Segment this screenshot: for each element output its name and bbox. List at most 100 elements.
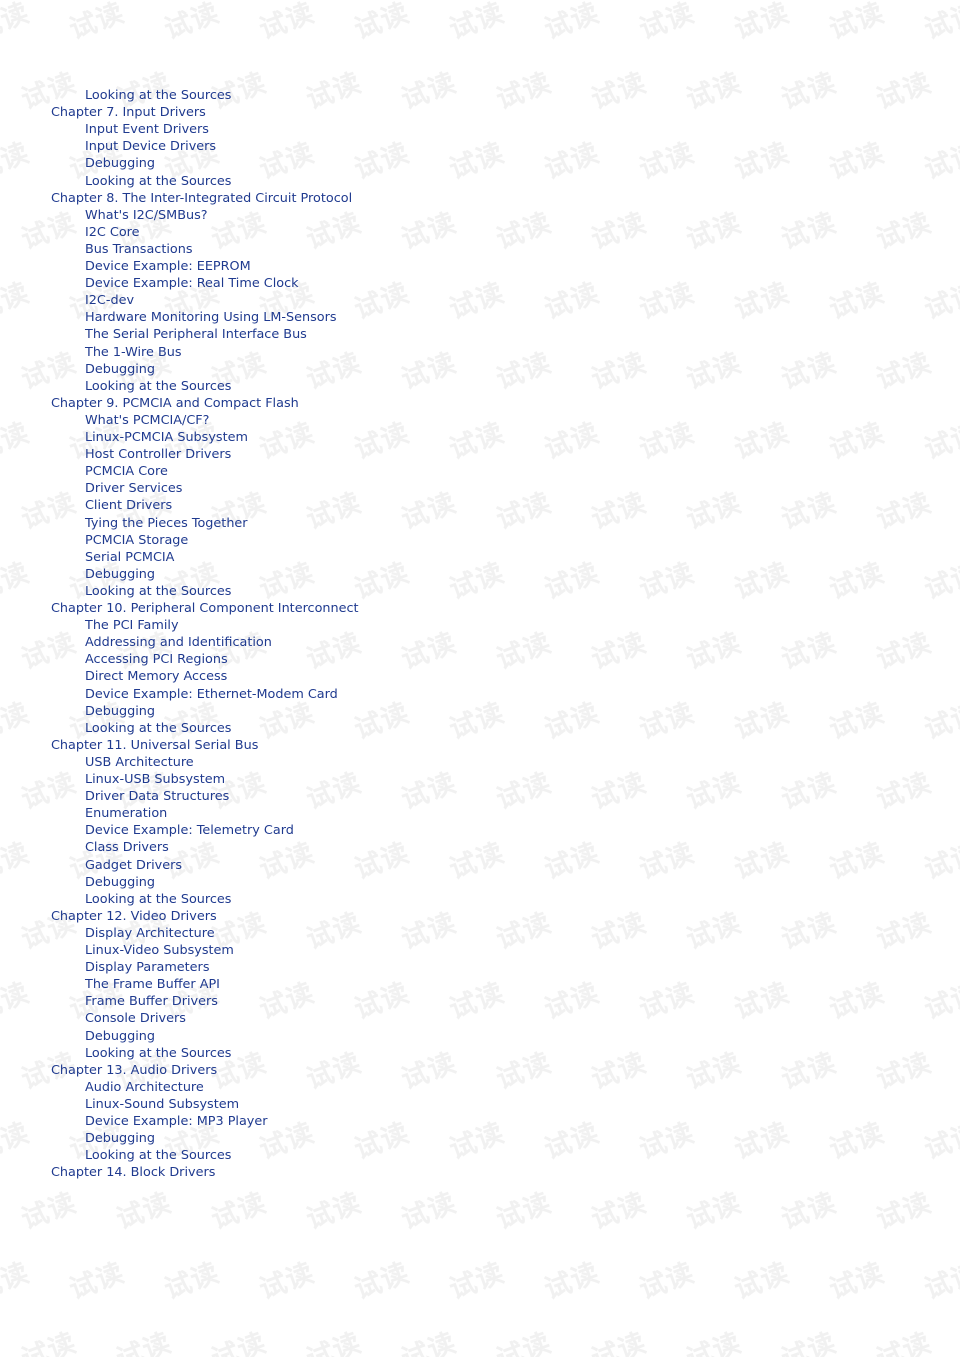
watermark-text: 试读 [777, 487, 841, 536]
watermark-text: 试读 [255, 1257, 319, 1306]
toc-section-entry[interactable]: Linux-PCMCIA Subsystem [85, 429, 248, 446]
toc-section-entry[interactable]: Input Event Drivers [85, 121, 209, 138]
toc-section-entry[interactable]: Looking at the Sources [85, 1045, 231, 1062]
toc-section-entry[interactable]: Device Example: Ethernet-Modem Card [85, 686, 338, 703]
toc-section-entry[interactable]: Device Example: Telemetry Card [85, 822, 294, 839]
toc-section-entry[interactable]: Class Drivers [85, 839, 169, 856]
toc-section-entry[interactable]: Linux-Sound Subsystem [85, 1096, 239, 1113]
toc-section-entry[interactable]: Direct Memory Access [85, 668, 227, 685]
toc-section-entry[interactable]: The Serial Peripheral Interface Bus [85, 326, 307, 343]
watermark-text: 试读 [635, 837, 699, 886]
watermark-text: 试读 [17, 207, 81, 256]
toc-section-entry[interactable]: Bus Transactions [85, 241, 193, 258]
watermark-text: 试读 [730, 837, 794, 886]
toc-section-entry[interactable]: PCMCIA Core [85, 463, 168, 480]
toc-section-entry[interactable]: Debugging [85, 703, 155, 720]
toc-section-entry[interactable]: Looking at the Sources [85, 173, 231, 190]
watermark-text: 试读 [777, 627, 841, 676]
watermark-text: 试读 [350, 0, 414, 46]
watermark-text: 试读 [255, 557, 319, 606]
toc-section-entry[interactable]: Frame Buffer Drivers [85, 993, 218, 1010]
watermark-text: 试读 [682, 347, 746, 396]
toc-chapter-entry[interactable]: Chapter 13. Audio Drivers [51, 1062, 217, 1079]
toc-section-entry[interactable]: Hardware Monitoring Using LM-Sensors [85, 309, 337, 326]
toc-section-entry[interactable]: What's PCMCIA/CF? [85, 412, 209, 429]
toc-section-entry[interactable]: Console Drivers [85, 1010, 186, 1027]
toc-section-entry[interactable]: Linux-USB Subsystem [85, 771, 225, 788]
toc-section-entry[interactable]: I2C-dev [85, 292, 134, 309]
watermark-text: 试读 [0, 1257, 34, 1306]
toc-section-entry[interactable]: Tying the Pieces Together [85, 515, 248, 532]
watermark-text: 试读 [350, 1117, 414, 1166]
toc-section-entry[interactable]: Debugging [85, 361, 155, 378]
watermark-text: 试读 [350, 277, 414, 326]
toc-chapter-entry[interactable]: Chapter 8. The Inter-Integrated Circuit … [51, 190, 352, 207]
watermark-text: 试读 [587, 1047, 651, 1096]
toc-section-entry[interactable]: The Frame Buffer API [85, 976, 220, 993]
toc-section-entry[interactable]: Serial PCMCIA [85, 549, 174, 566]
watermark-text: 试读 [730, 557, 794, 606]
watermark-text: 试读 [587, 1327, 651, 1357]
watermark-text: 试读 [777, 207, 841, 256]
toc-section-entry[interactable]: Addressing and Identification [85, 634, 272, 651]
watermark-text: 试读 [540, 1117, 604, 1166]
watermark-text: 试读 [587, 1187, 651, 1236]
watermark-text: 试读 [825, 0, 889, 46]
toc-section-entry[interactable]: Driver Data Structures [85, 788, 229, 805]
toc-section-entry[interactable]: Device Example: MP3 Player [85, 1113, 268, 1130]
toc-section-entry[interactable]: Looking at the Sources [85, 1147, 231, 1164]
watermark-text: 试读 [682, 67, 746, 116]
watermark-text: 试读 [920, 697, 960, 746]
toc-section-entry[interactable]: USB Architecture [85, 754, 194, 771]
watermark-text: 试读 [872, 207, 936, 256]
watermark-text: 试读 [112, 1327, 176, 1357]
toc-section-entry[interactable]: Debugging [85, 874, 155, 891]
toc-section-entry[interactable]: Debugging [85, 1130, 155, 1147]
watermark-text: 试读 [825, 697, 889, 746]
watermark-text: 试读 [540, 417, 604, 466]
toc-section-entry[interactable]: The PCI Family [85, 617, 179, 634]
toc-section-entry[interactable]: Debugging [85, 155, 155, 172]
watermark-text: 试读 [207, 207, 271, 256]
watermark-text: 试读 [302, 67, 366, 116]
toc-section-entry[interactable]: PCMCIA Storage [85, 532, 188, 549]
watermark-text: 试读 [730, 1117, 794, 1166]
toc-section-entry[interactable]: Looking at the Sources [85, 720, 231, 737]
toc-section-entry[interactable]: Display Architecture [85, 925, 215, 942]
watermark-text: 试读 [397, 67, 461, 116]
toc-section-entry[interactable]: Linux-Video Subsystem [85, 942, 234, 959]
toc-section-entry[interactable]: Host Controller Drivers [85, 446, 231, 463]
toc-chapter-entry[interactable]: Chapter 10. Peripheral Component Interco… [51, 600, 359, 617]
watermark-text: 试读 [492, 1187, 556, 1236]
watermark-text: 试读 [587, 207, 651, 256]
toc-chapter-entry[interactable]: Chapter 11. Universal Serial Bus [51, 737, 258, 754]
toc-section-entry[interactable]: Audio Architecture [85, 1079, 204, 1096]
watermark-text: 试读 [730, 0, 794, 46]
watermark-text: 试读 [635, 417, 699, 466]
toc-section-entry[interactable]: Looking at the Sources [85, 378, 231, 395]
toc-section-entry[interactable]: Driver Services [85, 480, 182, 497]
toc-section-entry[interactable]: Accessing PCI Regions [85, 651, 228, 668]
toc-section-entry[interactable]: Debugging [85, 1028, 155, 1045]
toc-section-entry[interactable]: The 1-Wire Bus [85, 344, 182, 361]
toc-section-entry[interactable]: Looking at the Sources [85, 583, 231, 600]
toc-section-entry[interactable]: Input Device Drivers [85, 138, 216, 155]
watermark-text: 试读 [0, 137, 34, 186]
toc-chapter-entry[interactable]: Chapter 14. Block Drivers [51, 1164, 215, 1181]
watermark-text: 试读 [0, 417, 34, 466]
toc-section-entry[interactable]: Gadget Drivers [85, 857, 182, 874]
toc-chapter-entry[interactable]: Chapter 7. Input Drivers [51, 104, 206, 121]
toc-section-entry[interactable]: What's I2C/SMBus? [85, 207, 208, 224]
toc-section-entry[interactable]: Client Drivers [85, 497, 172, 514]
toc-section-entry[interactable]: Looking at the Sources [85, 87, 231, 104]
toc-section-entry[interactable]: Enumeration [85, 805, 167, 822]
toc-section-entry[interactable]: I2C Core [85, 224, 140, 241]
toc-section-entry[interactable]: Looking at the Sources [85, 891, 231, 908]
watermark-text: 试读 [777, 1047, 841, 1096]
toc-chapter-entry[interactable]: Chapter 9. PCMCIA and Compact Flash [51, 395, 299, 412]
toc-section-entry[interactable]: Device Example: Real Time Clock [85, 275, 299, 292]
toc-section-entry[interactable]: Device Example: EEPROM [85, 258, 251, 275]
toc-chapter-entry[interactable]: Chapter 12. Video Drivers [51, 908, 217, 925]
toc-section-entry[interactable]: Debugging [85, 566, 155, 583]
toc-section-entry[interactable]: Display Parameters [85, 959, 209, 976]
